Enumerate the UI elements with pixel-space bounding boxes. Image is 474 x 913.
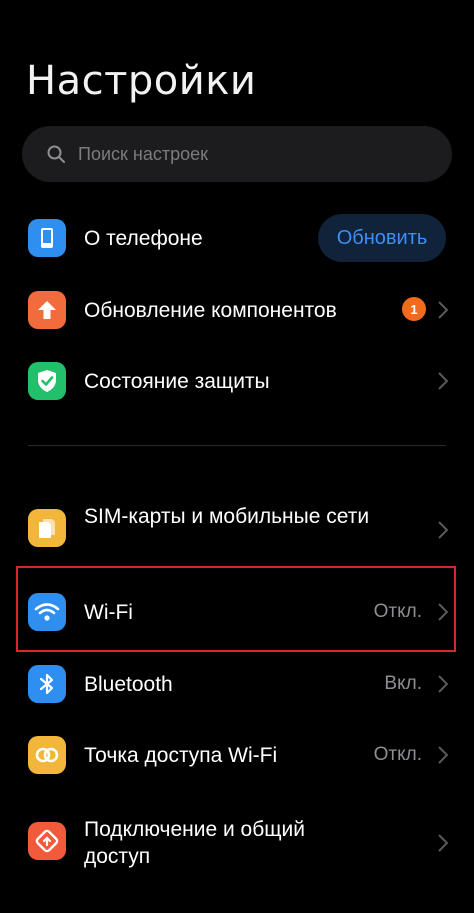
settings-item-label: Подключение и общий доступ: [84, 818, 306, 868]
notification-badge: 1: [402, 297, 426, 321]
chevron-right-icon: [438, 372, 448, 390]
settings-item-component-updates[interactable]: Обновление компонентов 1: [0, 286, 474, 334]
chevron-right-icon: [438, 675, 448, 693]
settings-item-label: Bluetooth: [84, 673, 173, 696]
chevron-right-icon: [438, 301, 448, 319]
chevron-right-icon: [438, 834, 448, 852]
settings-item-label: SIM-карты и мобильные сети: [84, 505, 370, 528]
update-button[interactable]: Обновить: [318, 214, 446, 262]
settings-item-connection-sharing[interactable]: Подключение и общий доступ: [0, 813, 474, 873]
settings-item-label: Состояние защиты: [84, 370, 270, 393]
settings-item-hotspot[interactable]: Точка доступа Wi-Fi Откл.: [0, 731, 474, 779]
settings-item-sim-cards[interactable]: SIM-карты и мобильные сети: [0, 500, 474, 560]
chevron-right-icon: [438, 521, 448, 539]
hotspot-icon: [28, 736, 66, 774]
settings-item-label: Обновление компонентов: [84, 299, 337, 322]
search-icon: [47, 145, 65, 163]
settings-item-label: Точка доступа Wi-Fi: [84, 744, 278, 767]
status-value: Откл.: [373, 744, 422, 765]
settings-item-protection-status[interactable]: Состояние защиты: [0, 357, 474, 405]
bluetooth-icon: [28, 665, 66, 703]
section-divider: [28, 445, 446, 446]
arrow-up-icon: [28, 291, 66, 329]
wifi-highlight-frame: [16, 566, 456, 652]
sim-card-icon: [28, 509, 66, 547]
shield-check-icon: [28, 362, 66, 400]
page-title: Настройки: [26, 58, 257, 104]
search-bar[interactable]: Поиск настроек: [22, 126, 452, 182]
share-icon: [28, 822, 66, 860]
settings-item-bluetooth[interactable]: Bluetooth Вкл.: [0, 660, 474, 708]
chevron-right-icon: [438, 746, 448, 764]
settings-item-about-phone[interactable]: О телефоне Обновить: [0, 214, 474, 262]
settings-item-label: О телефоне: [84, 227, 203, 250]
status-value: Вкл.: [384, 673, 422, 694]
phone-icon: [28, 219, 66, 257]
search-placeholder: Поиск настроек: [78, 143, 208, 164]
